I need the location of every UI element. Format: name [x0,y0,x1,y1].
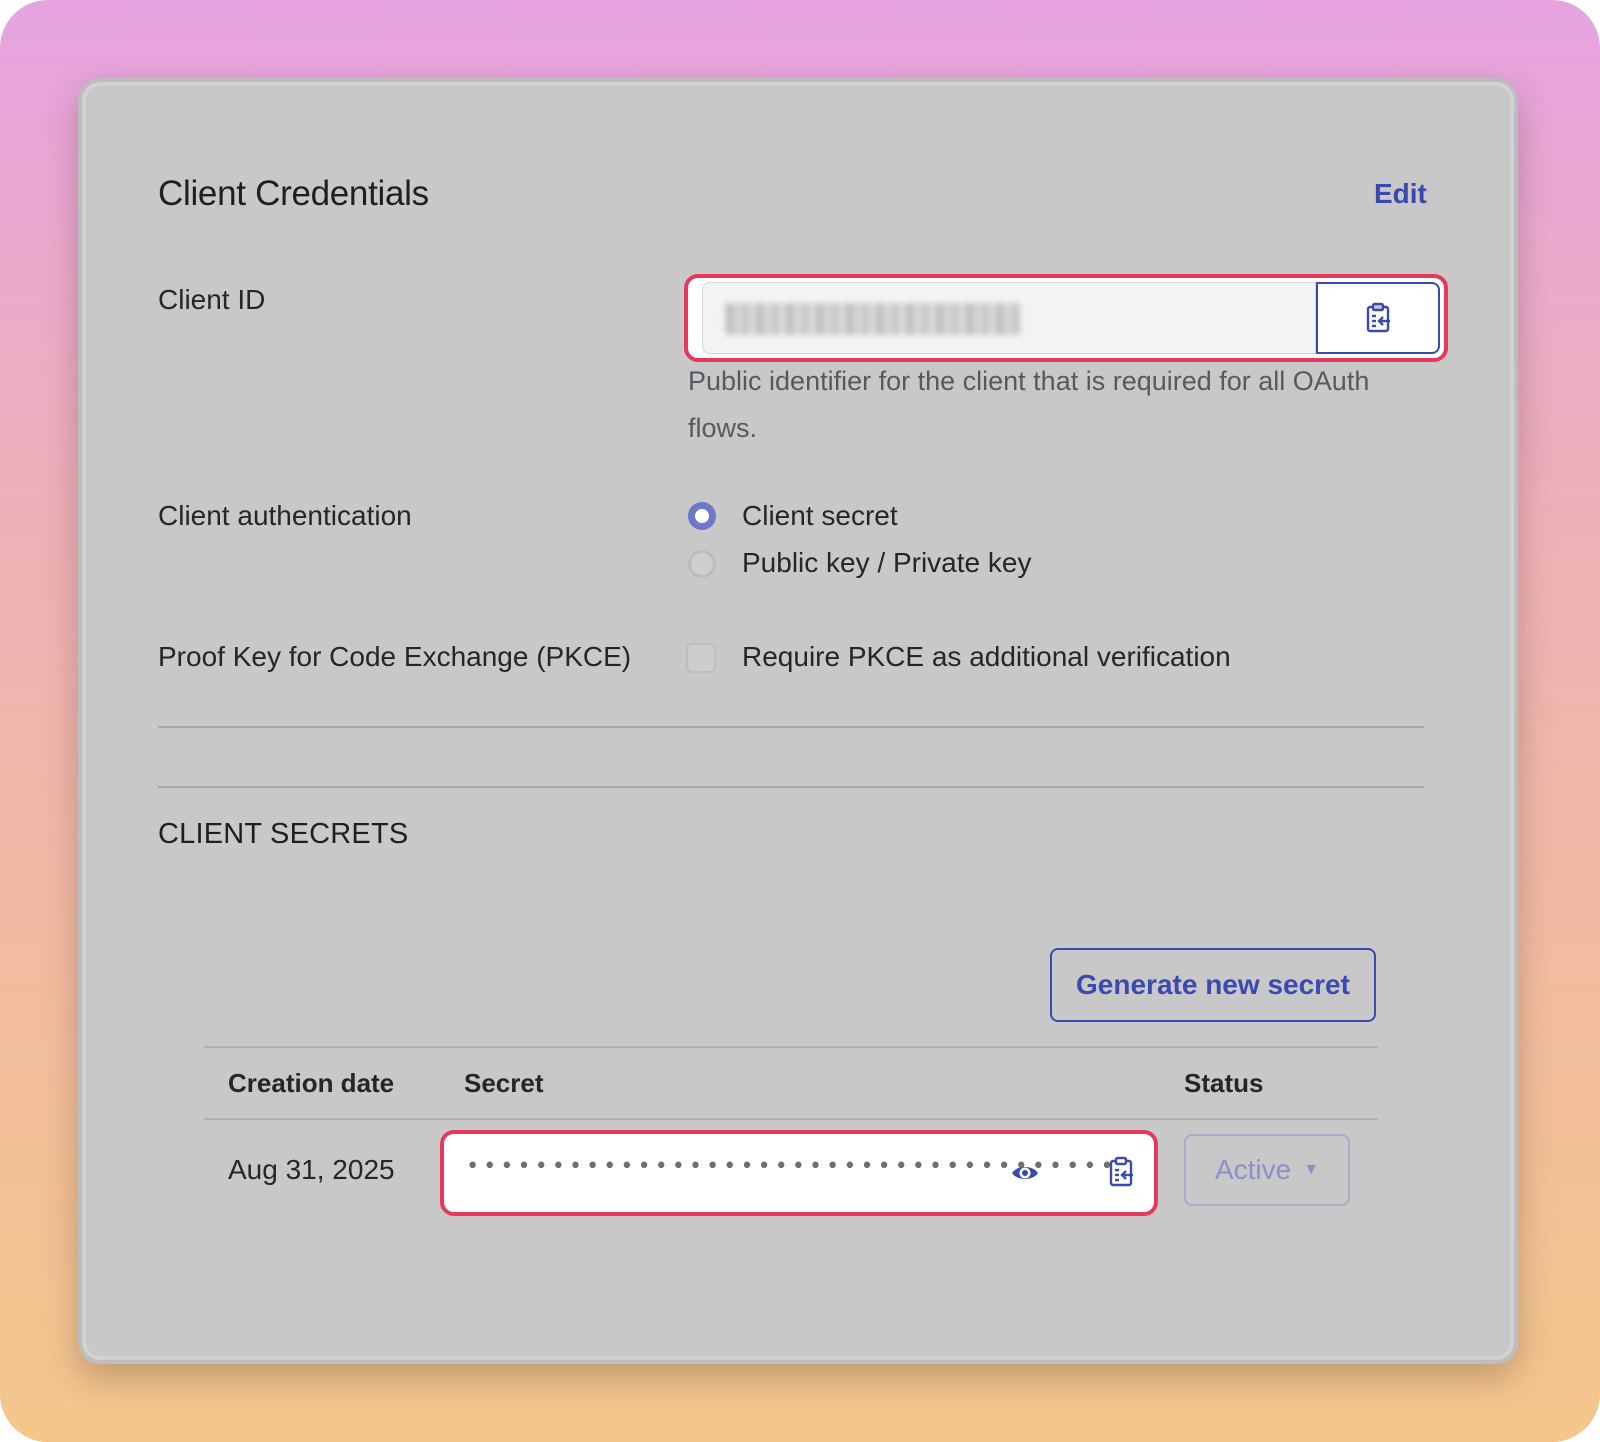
radio-client-secret-label: Client secret [742,500,898,531]
client-credentials-card: Client Credentials Edit Client ID Public [78,78,1518,1364]
secret-row-creation-date: Aug 31, 2025 [228,1154,395,1185]
client-id-label: Client ID [158,284,266,315]
client-id-field-group [684,274,1448,362]
eye-icon [1012,1167,1038,1179]
column-header-status: Status [1184,1068,1264,1098]
secret-field-group: •••••••••••••••••••••••••••••••••••••• [440,1130,1158,1216]
client-auth-label: Client authentication [158,500,412,531]
copy-secret-button[interactable] [1106,1156,1138,1188]
edit-link[interactable]: Edit [1374,178,1427,210]
table-header-border [204,1118,1378,1120]
pkce-label: Proof Key for Code Exchange (PKCE) [158,641,632,672]
section-divider [158,726,1424,728]
page-title: Client Credentials [158,174,429,213]
client-secrets-heading: CLIENT SECRETS [158,818,409,850]
pkce-checkbox[interactable] [686,643,716,673]
caret-down-icon: ▼ [1303,1161,1320,1178]
pkce-checkbox-label: Require PKCE as additional verification [742,641,1231,672]
column-header-creation-date: Creation date [228,1068,395,1098]
table-top-border [204,1046,1378,1048]
client-id-copy-button[interactable] [1316,282,1440,354]
generate-new-secret-button[interactable]: Generate new secret [1050,948,1376,1022]
client-id-blurred-value [725,303,1021,335]
page-background: Client Credentials Edit Client ID Public [0,0,1600,1442]
status-dropdown-value: Active [1214,1154,1292,1185]
radio-public-private-key-label: Public key / Private key [742,547,1032,578]
client-id-help-text: Public identifier for the client that is… [688,366,1370,443]
client-id-input[interactable] [702,282,1316,354]
clipboard-copy-icon [1366,302,1390,333]
status-dropdown[interactable]: Active ▼ [1184,1134,1350,1206]
radio-client-secret[interactable] [688,502,716,530]
section-divider [158,786,1424,788]
radio-public-private-key[interactable] [688,550,716,578]
reveal-secret-button[interactable] [1010,1158,1040,1188]
column-header-secret: Secret [464,1068,544,1098]
clipboard-copy-icon [1109,1156,1133,1187]
